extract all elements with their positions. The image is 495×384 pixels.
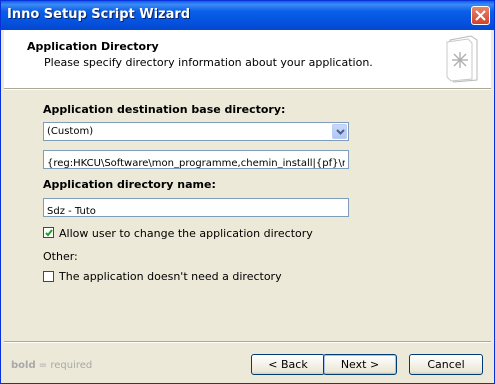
cancel-button[interactable]: Cancel bbox=[409, 354, 483, 375]
wizard-window: Inno Setup Script Wizard Application Dir… bbox=[0, 0, 495, 384]
base-dir-dropdown[interactable]: (Custom) bbox=[43, 122, 349, 141]
required-hint: bold = required bbox=[11, 360, 92, 371]
required-hint-bold: bold bbox=[11, 360, 36, 371]
close-button[interactable] bbox=[471, 6, 490, 25]
page-title: Application Directory bbox=[27, 40, 159, 53]
close-icon bbox=[475, 10, 486, 21]
back-button[interactable]: < Back bbox=[251, 354, 325, 375]
chevron-down-icon bbox=[336, 129, 345, 135]
window-title: Inno Setup Script Wizard bbox=[7, 7, 191, 22]
dir-name-input[interactable] bbox=[44, 203, 348, 216]
page-subtitle: Please specify directory information abo… bbox=[44, 56, 373, 69]
custom-base-dir-input[interactable] bbox=[44, 155, 348, 168]
title-bar[interactable]: Inno Setup Script Wizard bbox=[1, 1, 494, 30]
no-dir-checkbox[interactable] bbox=[43, 271, 54, 282]
required-hint-text: = required bbox=[35, 360, 93, 371]
checkmark-icon bbox=[45, 229, 53, 237]
header-divider bbox=[4, 88, 491, 90]
dropdown-arrow-button[interactable] bbox=[332, 124, 347, 139]
wizard-header: Application Directory Please specify dir… bbox=[4, 30, 491, 88]
allow-change-label[interactable]: Allow user to change the application dir… bbox=[59, 227, 313, 240]
next-button[interactable]: Next > bbox=[323, 354, 397, 375]
other-label: Other: bbox=[43, 250, 78, 263]
wizard-page-icon bbox=[446, 35, 478, 83]
no-dir-label[interactable]: The application doesn't need a directory bbox=[59, 270, 282, 283]
custom-base-dir-field[interactable] bbox=[43, 150, 349, 169]
base-dir-selected-value: (Custom) bbox=[47, 126, 94, 137]
dir-name-label: Application directory name: bbox=[43, 178, 216, 191]
base-dir-label: Application destination base directory: bbox=[43, 103, 286, 116]
allow-change-checkbox[interactable] bbox=[43, 227, 54, 238]
dir-name-field[interactable] bbox=[43, 198, 349, 217]
footer-divider bbox=[4, 341, 491, 343]
